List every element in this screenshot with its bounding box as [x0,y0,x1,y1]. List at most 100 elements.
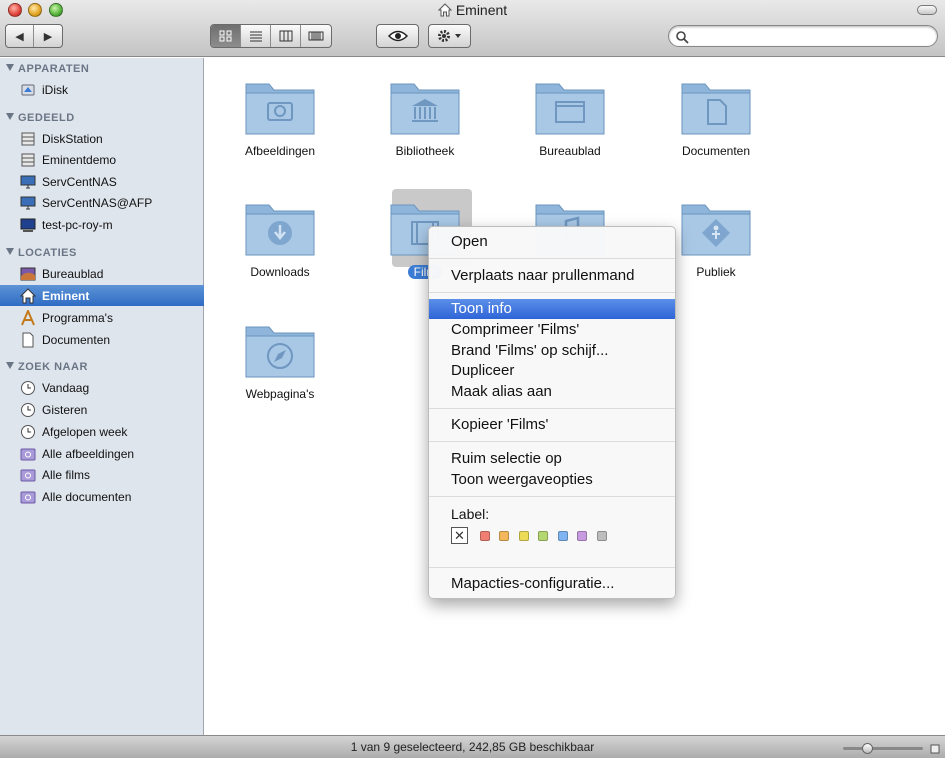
label-color-orange[interactable] [499,531,509,541]
sidebar-item-programmas[interactable]: Programma's [0,307,204,328]
public-folder-icon [681,204,751,256]
gear-icon [437,30,461,42]
desktop-icon [20,267,36,280]
menu-item-burn[interactable]: Brand 'Films' op schijf... [429,341,675,361]
menu-item-make-alias[interactable]: Maak alias aan [429,382,675,402]
label-color-gray[interactable] [597,531,607,541]
disclosure-triangle-icon[interactable] [6,113,14,120]
camera-folder-icon [245,83,315,135]
icon-size-slider-knob[interactable] [862,743,873,754]
folder-item-documenten[interactable]: Documenten [646,76,786,158]
label-section-title: Label: [451,506,490,522]
sidebar-item-label: Documenten [42,332,111,347]
icon-view-icon [219,30,231,42]
sidebar-item-vandaag[interactable]: Vandaag [0,377,204,398]
view-switcher [210,24,332,48]
clock-icon [21,380,35,395]
coverflow-view-icon [308,31,324,41]
smart-folder-icon [20,491,36,503]
menu-item-clean-up-selection[interactable]: Ruim selectie op [429,449,675,469]
folder-name: Webpagina's [245,387,315,401]
monitor-icon [20,196,36,209]
toolbar-toggle-button[interactable] [917,5,937,15]
sidebar-item-afgelopen-week[interactable]: Afgelopen week [0,421,204,442]
menu-item-folder-actions-setup[interactable]: Mapacties-configuratie... [429,574,675,594]
server-icon [21,132,35,145]
disclosure-triangle-icon[interactable] [6,64,14,71]
sidebar-item-label: Gisteren [42,402,88,417]
icon-view-button[interactable] [211,25,241,47]
eye-icon [387,30,408,42]
folder-item-bibliotheek[interactable]: Bibliotheek [355,76,495,158]
action-button-face[interactable] [429,25,470,47]
menu-item-compress[interactable]: Comprimeer 'Films' [429,320,675,340]
list-view-icon [249,31,262,42]
action-button[interactable] [428,24,471,48]
forward-button[interactable]: ▶ [34,25,62,47]
sidebar-item-eminent[interactable]: Eminent [0,285,204,306]
menu-separator [429,292,675,293]
folder-name: Downloads [250,265,310,279]
sidebar-section-locaties[interactable]: LOCATIES [0,247,77,263]
list-view-button[interactable] [241,25,271,47]
quicklook-button-face[interactable] [377,25,418,47]
sidebar-section-zoek-naar[interactable]: ZOEK NAAR [0,361,88,377]
menu-item-move-to-trash[interactable]: Verplaats naar prullenmand [429,266,675,286]
label-color-yellow[interactable] [519,531,529,541]
folder-item-webpaginas[interactable]: Webpagina's [210,319,350,401]
sidebar-section-gedeeld[interactable]: GEDEELD [0,112,75,128]
sidebar-item-test-pc-roy-m[interactable]: test-pc-roy-m [0,214,204,235]
sidebar: APPARATEN iDisk GEDEELD DiskStation Emin… [0,58,204,735]
downloads-folder-icon [245,204,315,256]
sidebar-item-idisk[interactable]: iDisk [0,79,204,100]
sidebar-item-servcentnas-afp[interactable]: ServCentNAS@AFP [0,192,204,213]
sidebar-item-alle-films[interactable]: Alle films [0,464,204,485]
sidebar-item-bureaublad[interactable]: Bureaublad [0,263,204,284]
back-button[interactable]: ◀ [6,25,34,47]
menu-item-get-info[interactable]: Toon info [429,299,675,319]
window-title-text: Eminent [455,2,508,18]
icon-size-slider[interactable] [843,743,923,754]
no-label-button[interactable]: ✕ [451,527,468,544]
sidebar-item-eminentdemo[interactable]: Eminentdemo [0,149,204,170]
sidebar-item-label: iDisk [42,82,68,97]
menu-separator [429,441,675,442]
sidebar-item-label: test-pc-roy-m [42,217,113,232]
label-color-red[interactable] [480,531,490,541]
large-icon-size-icon[interactable] [930,744,940,754]
menu-item-view-options[interactable]: Toon weergaveopties [429,470,675,490]
documents-folder-icon [681,83,751,135]
menu-item-copy[interactable]: Kopieer 'Films' [429,415,675,435]
sidebar-item-servcentnas[interactable]: ServCentNAS [0,171,204,192]
sidebar-item-label: Alle films [42,467,91,482]
sidebar-item-diskstation[interactable]: DiskStation [0,128,204,149]
label-color-green[interactable] [538,531,548,541]
coverflow-view-button[interactable] [301,25,331,47]
sidebar-item-alle-documenten[interactable]: Alle documenten [0,486,204,507]
disclosure-triangle-icon[interactable] [6,248,14,255]
sidebar-item-alle-afbeeldingen[interactable]: Alle afbeeldingen [0,443,204,464]
document-icon [22,332,34,347]
disclosure-triangle-icon[interactable] [6,362,14,369]
folder-item-bureaublad[interactable]: Bureaublad [500,76,640,158]
menu-item-open[interactable]: Open [429,232,675,252]
sidebar-item-label: DiskStation [42,131,103,146]
sidebar-item-documenten[interactable]: Documenten [0,329,204,350]
sidebar-item-label: Afgelopen week [42,424,128,439]
label-color-blue[interactable] [558,531,568,541]
search-field[interactable] [668,25,938,47]
label-color-purple[interactable] [577,531,587,541]
sidebar-section-apparaten[interactable]: APPARATEN [0,63,89,79]
search-input[interactable] [693,28,931,44]
column-view-button[interactable] [271,25,301,47]
sidebar-item-gisteren[interactable]: Gisteren [0,399,204,420]
folder-name: Afbeeldingen [244,144,316,158]
quicklook-button[interactable] [376,24,419,48]
sidebar-section-title: ZOEK NAAR [18,361,88,373]
sidebar-item-label: Alle documenten [42,489,132,504]
folder-item-afbeeldingen[interactable]: Afbeeldingen [210,76,350,158]
status-bar: 1 van 9 geselecteerd, 242,85 GB beschikb… [0,735,945,758]
folder-item-downloads[interactable]: Downloads [210,197,350,279]
menu-item-duplicate[interactable]: Dupliceer [429,361,675,381]
menu-separator [429,258,675,259]
